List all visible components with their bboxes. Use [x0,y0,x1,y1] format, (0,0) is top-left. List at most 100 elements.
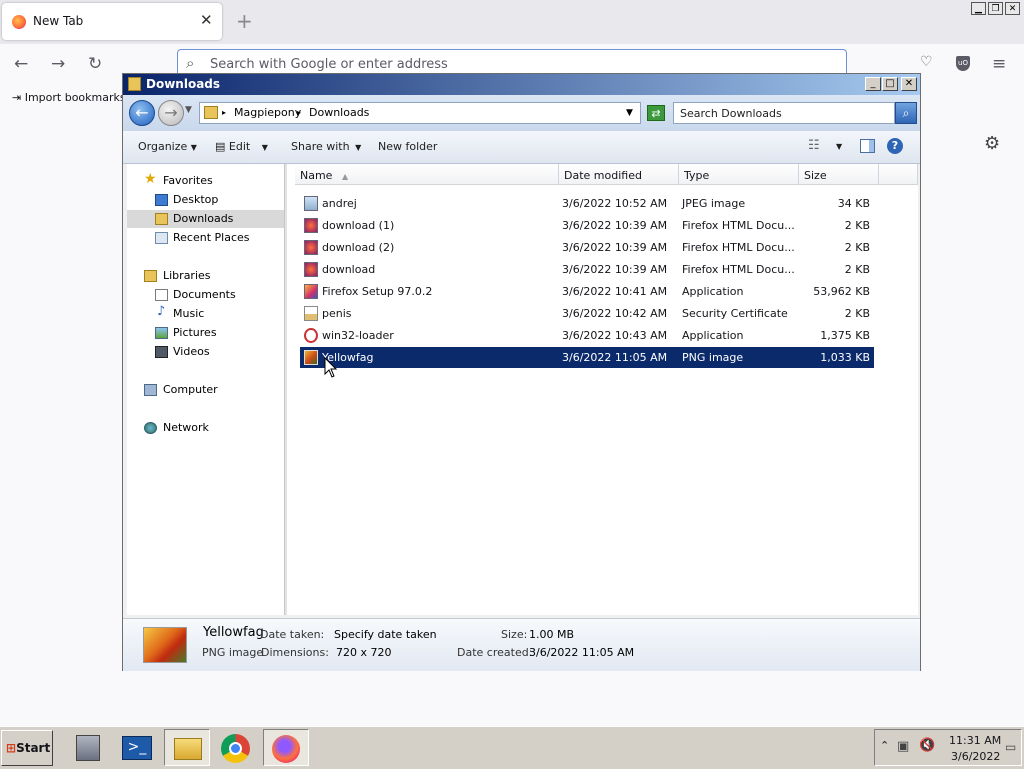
breadcrumb[interactable]: ▸ Magpiepony ▸ Downloads ▼ [199,102,641,124]
column-header-size[interactable]: Size [799,164,879,185]
file-row[interactable]: penis 3/6/2022 10:42 AM Security Certifi… [300,303,874,324]
organize-label: Organize [138,140,188,153]
action-center-icon[interactable]: ▭ [1005,740,1016,754]
breadcrumb-item-downloads[interactable]: Downloads [309,106,369,119]
column-header-name[interactable]: Name ▲ [295,164,559,185]
taskbar-firefox[interactable] [263,729,309,766]
file-row[interactable]: Firefox Setup 97.0.2 3/6/2022 10:41 AM A… [300,281,874,302]
view-options-icon[interactable]: ☷ [808,138,820,153]
file-type: Security Certificate [682,307,788,320]
file-name: download (1) [322,219,395,232]
file-size: 34 KB [837,197,870,210]
import-bookmarks-link[interactable]: ⇥ Import bookmarks... [12,91,136,104]
close-browser-button[interactable]: ✕ [1005,2,1020,15]
import-icon: ⇥ [12,91,22,104]
back-button[interactable]: ← [129,100,155,126]
nav-item-pictures[interactable]: Pictures [173,326,217,339]
file-row[interactable]: download 3/6/2022 10:39 AM Firefox HTML … [300,259,874,280]
file-row[interactable]: download (2) 3/6/2022 10:39 AM Firefox H… [300,237,874,258]
recent-pages-chevron-icon[interactable]: ▼ [185,105,192,115]
details-file-type: PNG image [202,646,264,659]
file-size: 2 KB [844,263,870,276]
tab-title: New Tab [33,14,84,28]
address-toolbar: ← → ▼ ▸ Magpiepony ▸ Downloads ▼ ⇄ Searc… [123,95,920,131]
column-header-type[interactable]: Type [679,164,799,185]
file-row[interactable]: andrej 3/6/2022 10:52 AM JPEG image 34 K… [300,193,874,214]
nav-item-desktop[interactable]: Desktop [173,193,218,206]
pictures-icon [155,327,168,339]
menu-icon[interactable]: ≡ [992,54,1006,74]
new-folder-button[interactable]: New folder [378,140,437,153]
share-with-button[interactable]: Share with ▼ [291,140,361,153]
file-size: 2 KB [844,241,870,254]
back-arrow-icon[interactable]: ← [14,54,28,74]
search-icon[interactable]: ⌕ [895,102,917,124]
taskbar-powershell[interactable]: >_ [114,729,160,766]
nav-item-recent-places[interactable]: Recent Places [173,231,250,244]
network-tray-icon[interactable]: ▣ [897,739,909,754]
reload-icon[interactable]: ↻ [88,54,102,74]
desktop-icon [155,194,168,206]
search-input[interactable]: Search Downloads [673,102,895,124]
nav-item-videos[interactable]: Videos [173,345,210,358]
date-taken-value[interactable]: Specify date taken [334,628,437,641]
search-placeholder: Search Downloads [680,107,782,120]
forward-arrow-icon[interactable]: → [51,54,65,74]
nav-item-computer[interactable]: Computer [163,383,218,396]
explorer-folder-icon [174,738,202,760]
edit-button[interactable]: ▤ Edit ▼ [215,140,268,153]
file-row[interactable]: download (1) 3/6/2022 10:39 AM Firefox H… [300,215,874,236]
address-dropdown-icon[interactable]: ▼ [626,108,633,118]
restore-browser-button[interactable]: ❐ [988,2,1003,15]
nav-item-libraries[interactable]: Libraries [163,269,211,282]
windows-logo-icon: ⊞ [6,741,17,755]
firefox-favicon-icon [12,15,26,29]
nav-item-downloads[interactable]: Downloads [173,212,233,225]
pocket-icon[interactable]: ♡ [920,54,933,70]
taskbar-explorer[interactable] [164,729,210,766]
show-hidden-icons-icon[interactable]: ⌃ [880,739,889,752]
ublock-icon[interactable]: uO [956,56,970,71]
firefox-icon [272,735,300,763]
tab-close-icon[interactable]: ✕ [200,11,213,29]
search-icon: ⌕ [186,54,195,72]
column-header-date-modified[interactable]: Date modified [559,164,679,185]
clock-date[interactable]: 3/6/2022 [951,750,1000,763]
tab-new-tab[interactable]: New Tab ✕ [2,3,222,40]
taskbar-chrome[interactable] [214,729,260,766]
column-header-filler [879,164,918,185]
dimensions-label: Dimensions: [261,646,329,659]
close-button[interactable]: ✕ [901,77,917,91]
breadcrumb-chevron-icon[interactable]: ▸ [222,108,226,117]
minimize-browser-button[interactable]: ▁ [971,2,986,15]
nav-item-documents[interactable]: Documents [173,288,236,301]
taskbar-server-manager[interactable] [66,729,112,766]
organize-button[interactable]: Organize ▼ [138,140,197,153]
view-dropdown-icon[interactable]: ▼ [836,142,842,151]
maximize-button[interactable]: □ [882,77,898,91]
volume-muted-icon[interactable]: 🔇 [919,738,935,753]
nav-item-music[interactable]: Music [173,307,204,320]
file-type: JPEG image [682,197,746,210]
start-label: Start [16,741,51,755]
installer-icon [304,284,318,299]
file-row[interactable]: win32-loader 3/6/2022 10:43 AM Applicati… [300,325,874,346]
minimize-button[interactable]: _ [865,77,881,91]
nav-item-favorites[interactable]: Favorites [163,174,213,187]
nav-item-network[interactable]: Network [163,421,209,434]
start-button[interactable]: ⊞Start [1,730,53,766]
forward-button[interactable]: → [158,100,184,126]
new-tab-button[interactable]: + [236,9,253,33]
computer-icon [144,384,157,396]
preview-pane-icon[interactable] [860,139,875,153]
breadcrumb-item-magpiepony[interactable]: Magpiepony [234,106,301,119]
file-name: penis [322,307,352,320]
refresh-icon[interactable]: ⇄ [647,105,665,121]
help-icon[interactable]: ? [887,138,903,154]
dimensions-value: 720 x 720 [336,646,392,659]
clock-time[interactable]: 11:31 AM [949,734,1001,747]
settings-gear-icon[interactable]: ⚙ [984,133,1000,154]
explorer-title-bar[interactable]: Downloads _ □ ✕ [123,74,920,95]
file-row-selected[interactable]: Yellowfag 3/6/2022 11:05 AM PNG image 1,… [300,347,874,368]
breadcrumb-chevron-icon[interactable]: ▸ [297,108,301,117]
